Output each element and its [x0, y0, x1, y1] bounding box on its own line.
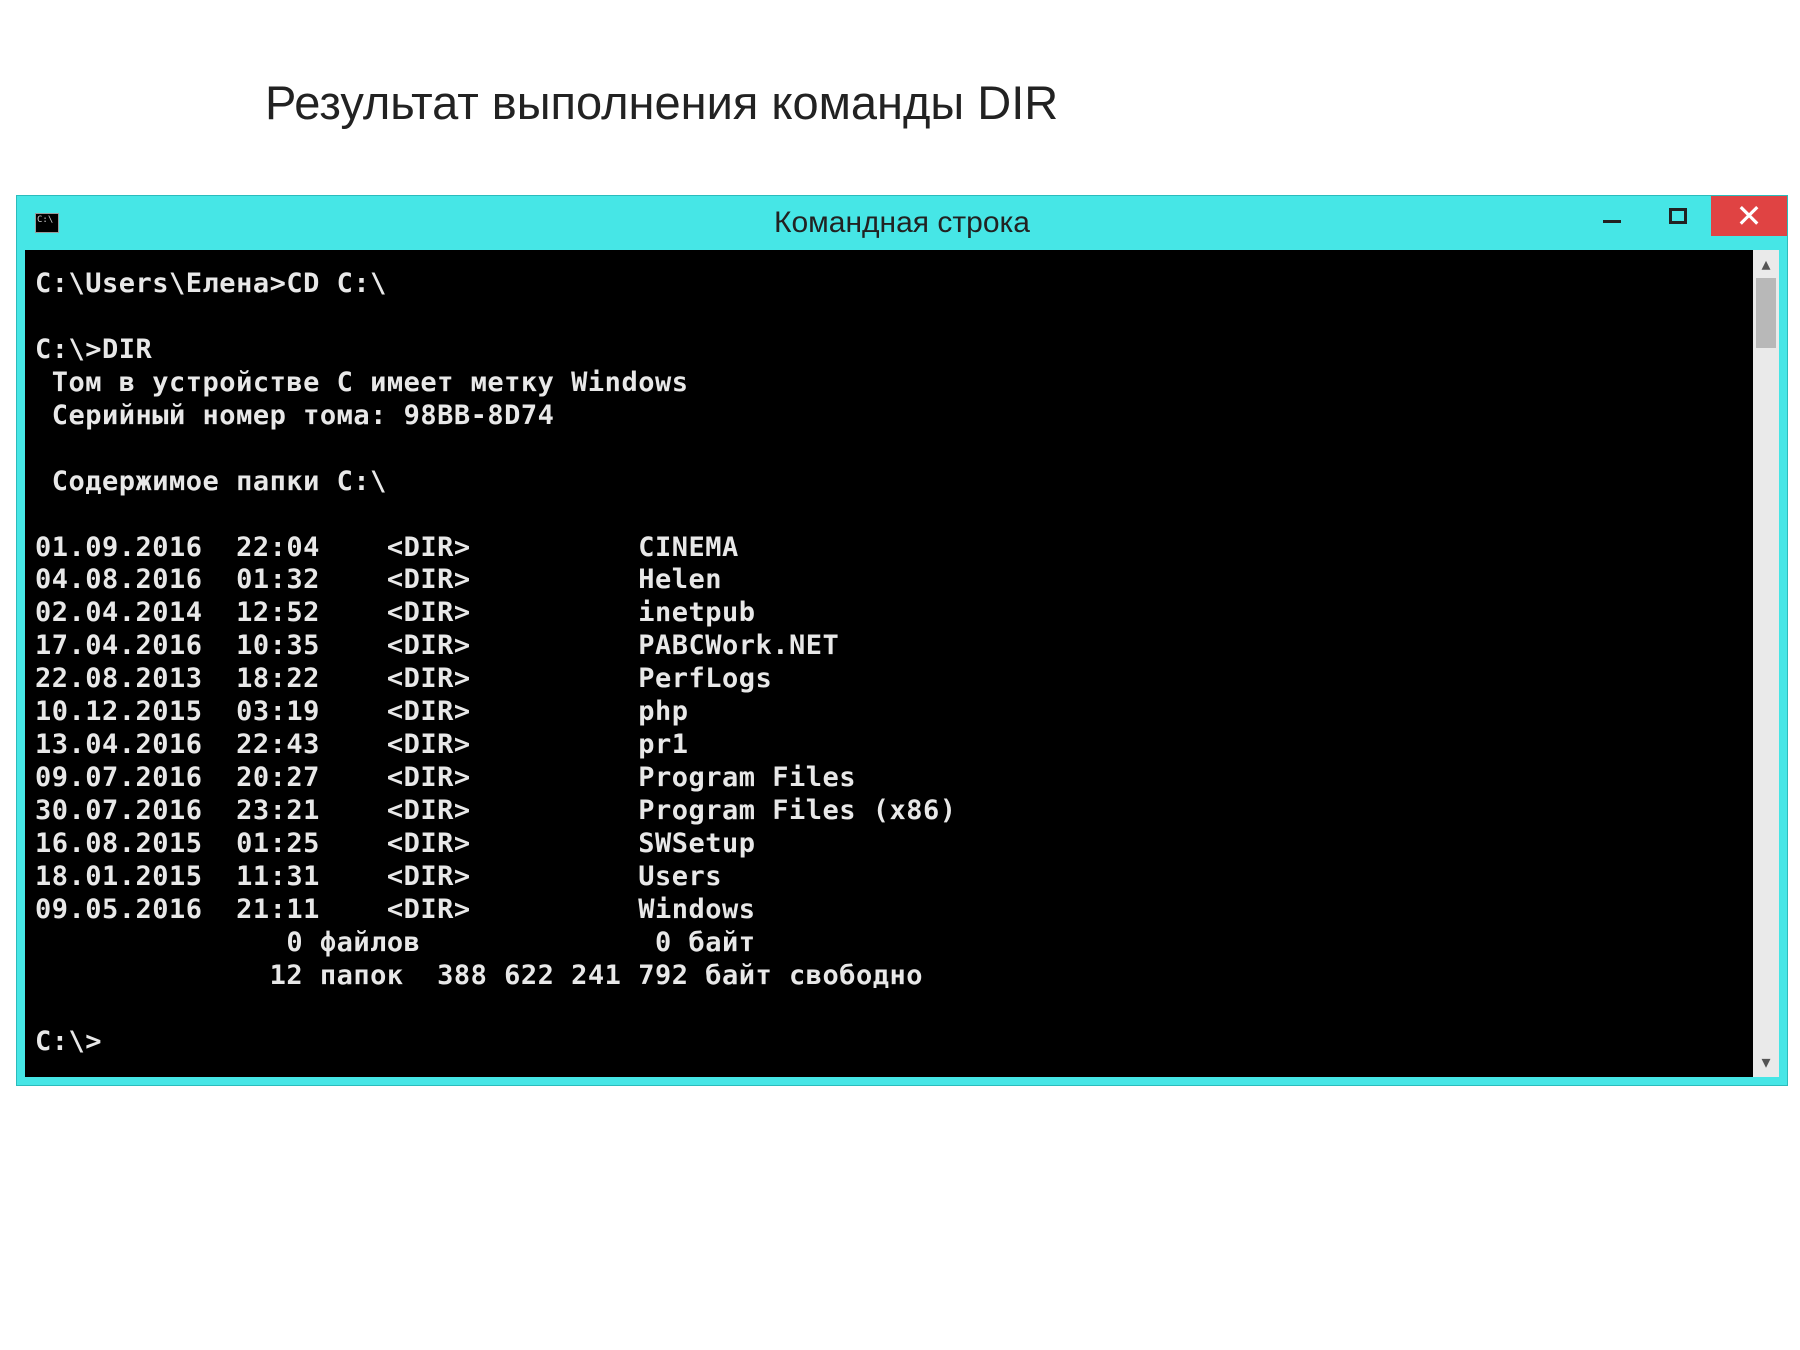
scroll-down-icon[interactable]: ▾: [1753, 1049, 1779, 1077]
scroll-track[interactable]: [1753, 278, 1779, 1049]
vertical-scrollbar[interactable]: ▴ ▾: [1753, 250, 1779, 1077]
window-title: Командная строка: [17, 206, 1787, 240]
minimize-button[interactable]: [1579, 196, 1645, 236]
title-bar[interactable]: Командная строка ✕: [17, 196, 1787, 250]
page-heading: Результат выполнения команды DIR: [265, 75, 1058, 130]
scroll-up-icon[interactable]: ▴: [1753, 250, 1779, 278]
close-icon: ✕: [1736, 200, 1763, 232]
cmd-icon: [35, 213, 59, 233]
terminal-output[interactable]: C:\Users\Елена>CD C:\ C:\>DIR Том в устр…: [25, 250, 1779, 1077]
terminal-wrap: C:\Users\Елена>CD C:\ C:\>DIR Том в устр…: [25, 250, 1779, 1077]
close-button[interactable]: ✕: [1711, 196, 1787, 236]
maximize-button[interactable]: [1645, 196, 1711, 236]
cmd-window: Командная строка ✕ C:\Users\Елена>CD C:\…: [16, 195, 1788, 1086]
window-controls: ✕: [1579, 196, 1787, 236]
scroll-thumb[interactable]: [1756, 278, 1776, 348]
